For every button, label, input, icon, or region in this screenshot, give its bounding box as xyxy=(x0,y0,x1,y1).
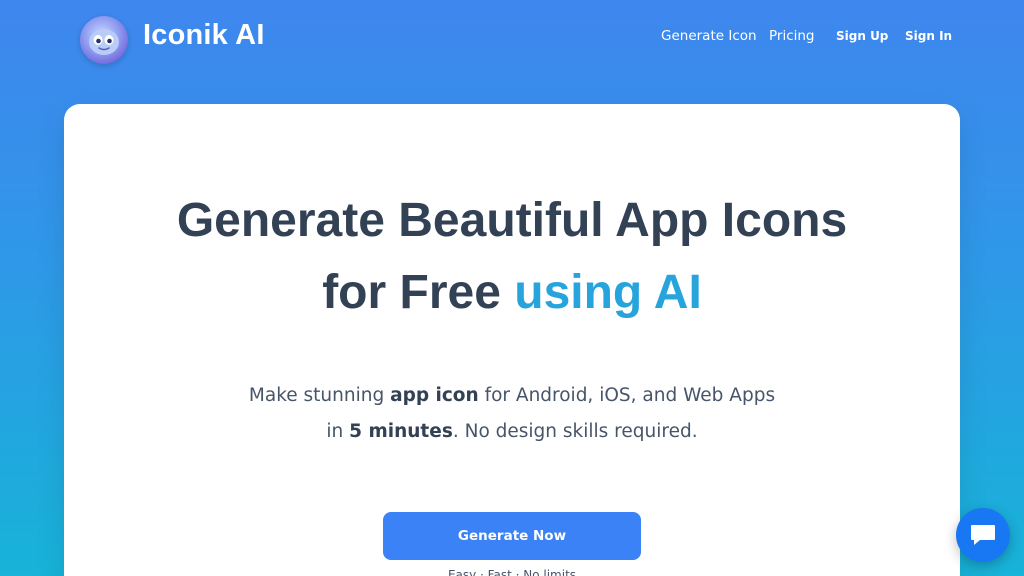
subtitle-text: for Android, iOS, and Web Apps xyxy=(484,385,776,406)
brand-name[interactable]: Iconik AI xyxy=(143,19,265,52)
generate-now-button[interactable]: Generate Now xyxy=(383,512,641,560)
nav-pricing-link[interactable]: Pricing xyxy=(769,28,815,44)
hero-card xyxy=(64,104,960,576)
subtitle-text: in xyxy=(326,421,344,442)
chat-bubble-glyph xyxy=(971,525,995,545)
chat-bubble-icon[interactable] xyxy=(956,508,1010,562)
robot-mascot-face xyxy=(89,29,119,55)
subtitle-text: . No design skills required. xyxy=(452,421,698,442)
top-navbar: Iconik AI Generate Icon Pricing Sign Up … xyxy=(0,0,1024,76)
headline-accent-text: using AI xyxy=(514,266,702,319)
cta-note: Easy · Fast · No limits xyxy=(447,568,577,576)
subtitle-bold-text: app icon xyxy=(390,385,479,406)
nav-generate-icon-link[interactable]: Generate Icon xyxy=(661,28,757,44)
subtitle-bold-text: 5 minutes xyxy=(349,421,453,442)
robot-mascot-icon[interactable] xyxy=(80,16,128,64)
hero-subtitle-line2: in 5 minutes. No design skills required. xyxy=(64,421,960,442)
nav-sign-in-link[interactable]: Sign In xyxy=(905,29,952,43)
hero-headline-line1: Generate Beautiful App Icons xyxy=(176,194,848,247)
headline-plain-text: for Free xyxy=(322,266,501,319)
hero-subtitle-line1: Make stunning app icon for Android, iOS,… xyxy=(64,385,960,406)
hero-headline-line2: for Free using AI xyxy=(64,265,960,320)
subtitle-text: Make stunning xyxy=(248,385,385,406)
nav-sign-up-link[interactable]: Sign Up xyxy=(836,29,888,43)
